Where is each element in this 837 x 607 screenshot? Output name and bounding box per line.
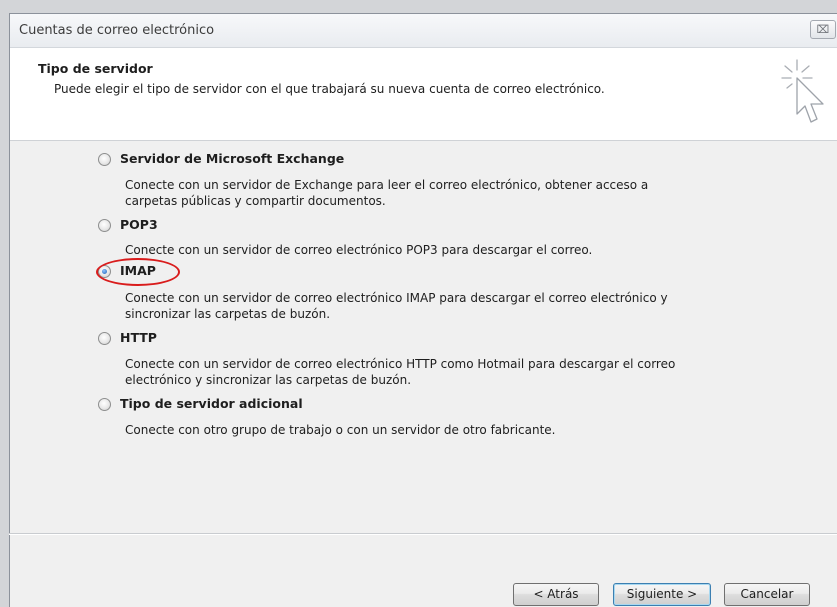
option-label[interactable]: Servidor de Microsoft Exchange [120,151,344,166]
radio-http[interactable] [98,332,111,345]
option-label[interactable]: HTTP [120,330,157,345]
close-icon: ⌧ [816,23,830,36]
option-description: Conecte con un servidor de correo electr… [125,291,668,321]
option-label[interactable]: Tipo de servidor adicional [120,396,303,411]
wizard-header: Tipo de servidor Puede elegir el tipo de… [10,48,837,141]
close-button[interactable]: ⌧ [810,20,836,39]
window-title: Cuentas de correo electrónico [19,23,215,38]
wizard-cursor-icon [781,59,824,123]
cancel-button[interactable]: Cancelar [724,583,810,606]
page-subtitle: Puede elegir el tipo de servidor con el … [54,82,605,96]
highlight-circle [96,258,180,286]
option-description: Conecte con otro grupo de trabajo o con … [125,423,556,437]
radio-pop3[interactable] [98,219,111,232]
page-title: Tipo de servidor [38,61,153,76]
title-bar: Cuentas de correo electrónico ⌧ [10,14,837,48]
option-description: Conecte con un servidor de correo electr… [125,357,676,387]
footer-separator [9,533,837,535]
next-button[interactable]: Siguiente > [613,583,711,606]
radio-exchange[interactable] [98,153,111,166]
back-button[interactable]: < Atrás [513,583,599,606]
option-description: Conecte con un servidor de correo electr… [125,243,593,257]
option-label[interactable]: POP3 [120,217,158,232]
option-description: Conecte con un servidor de Exchange para… [125,178,649,208]
radio-additional[interactable] [98,398,111,411]
